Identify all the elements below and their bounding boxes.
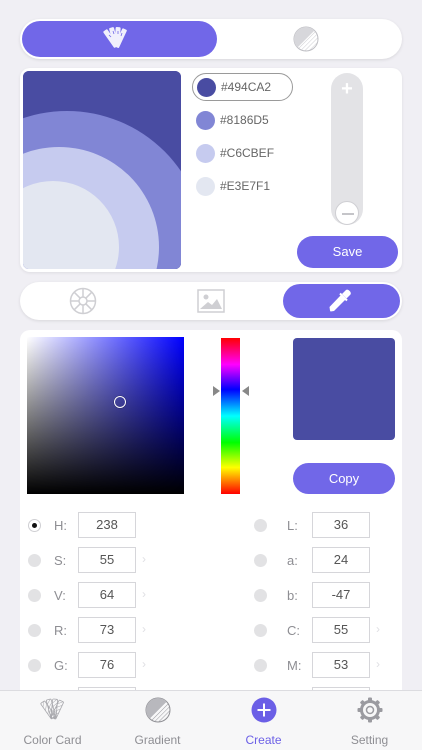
plus-icon[interactable]: +: [337, 79, 357, 99]
value-label: M:: [287, 658, 302, 673]
radio-r[interactable]: [28, 624, 41, 637]
swatch-hex: #E3E7F1: [220, 179, 271, 193]
swatch-hex: #8186D5: [220, 113, 269, 127]
value-row-l: L: 36: [246, 512, 402, 538]
gradient-circle-icon: [145, 697, 171, 723]
tab-setting[interactable]: Setting: [317, 691, 422, 750]
palette-preview: [23, 71, 181, 269]
sv-cursor[interactable]: [114, 396, 126, 408]
swatch-row-1[interactable]: #494CA2: [192, 73, 293, 101]
value-field-b[interactable]: -47: [312, 582, 370, 608]
plus-circle-icon: [251, 697, 277, 723]
hue-slider[interactable]: [221, 338, 240, 494]
tab-color-card[interactable]: Color Card: [0, 691, 105, 750]
swatch-dot: [196, 177, 215, 196]
chevron-right-icon: ›: [376, 622, 380, 636]
value-label: b:: [287, 588, 298, 603]
color-card-fan-icon: [102, 25, 130, 53]
tab-create[interactable]: Create: [211, 691, 316, 750]
value-label: G:: [54, 658, 68, 673]
radio-g[interactable]: [28, 659, 41, 672]
tab-label: Setting: [350, 733, 389, 747]
bottom-tab-bar: Color Card Gradient Create Setting: [0, 690, 422, 750]
tab-label: Gradient: [134, 733, 181, 747]
value-label: R:: [54, 623, 67, 638]
value-row-a: a: 24: [246, 547, 402, 573]
value-label: C:: [287, 623, 300, 638]
value-row-r: R: 73 ›: [20, 617, 180, 643]
value-row-v: V: 64 ›: [20, 582, 180, 608]
top-segmented-control: [20, 19, 402, 59]
radio-m[interactable]: [254, 659, 267, 672]
tab-label: Color Card: [23, 733, 82, 747]
value-row-m: M: 53 ›: [246, 652, 402, 678]
value-label: S:: [54, 553, 67, 568]
value-label: L:: [287, 518, 298, 533]
eyedropper-icon: [327, 288, 353, 314]
chevron-right-icon: ›: [142, 552, 146, 566]
gear-icon: [357, 697, 383, 723]
value-row-h: H: 238: [20, 512, 180, 538]
color-picker-card: Copy H: 238 S: 55 › V: 64 › R: 73 › G: 7…: [20, 330, 402, 713]
value-field-g[interactable]: 76: [78, 652, 136, 678]
swatch-hex: #C6CBEF: [220, 146, 275, 160]
swatch-hex: #494CA2: [221, 80, 272, 94]
value-row-s: S: 55 ›: [20, 547, 180, 573]
value-row-c: C: 55 ›: [246, 617, 402, 643]
image-icon: [197, 289, 225, 313]
radio-l[interactable]: [254, 519, 267, 532]
value-field-l[interactable]: 36: [312, 512, 370, 538]
current-color-swatch: [293, 338, 395, 440]
tab-label: Create: [245, 733, 282, 747]
radio-v[interactable]: [28, 589, 41, 602]
value-label: H:: [54, 518, 67, 533]
value-label: V:: [54, 588, 66, 603]
swatch-row-2[interactable]: #8186D5: [192, 107, 292, 135]
value-field-v[interactable]: 64: [78, 582, 136, 608]
tool-eyedropper[interactable]: [283, 284, 400, 318]
hue-arrow-left-icon[interactable]: [213, 386, 220, 396]
tool-color-wheel[interactable]: [20, 282, 147, 320]
copy-button[interactable]: Copy: [293, 463, 395, 494]
value-field-r[interactable]: 73: [78, 617, 136, 643]
value-field-s[interactable]: 55: [78, 547, 136, 573]
minus-icon[interactable]: [335, 201, 359, 225]
value-field-h[interactable]: 238: [78, 512, 136, 538]
palette-card: #494CA2 #8186D5 #C6CBEF #E3E7F1 + Save: [20, 68, 402, 272]
tool-segmented-control: [20, 282, 402, 320]
value-field-m[interactable]: 53: [312, 652, 370, 678]
chevron-right-icon: ›: [142, 657, 146, 671]
saturation-value-square[interactable]: [27, 337, 184, 494]
tool-image[interactable]: [147, 282, 274, 320]
value-field-c[interactable]: 55: [312, 617, 370, 643]
swatch-dot: [196, 144, 215, 163]
value-row-g: G: 76 ›: [20, 652, 180, 678]
color-wheel-icon: [69, 287, 97, 315]
chevron-right-icon: ›: [142, 587, 146, 601]
tab-gradient[interactable]: Gradient: [105, 691, 210, 750]
save-button[interactable]: Save: [297, 236, 398, 268]
value-label: a:: [287, 553, 298, 568]
swatch-dot: [196, 111, 215, 130]
swatch-row-3[interactable]: #C6CBEF: [192, 140, 292, 168]
radio-h[interactable]: [28, 519, 41, 532]
palette-count-slider[interactable]: +: [331, 73, 363, 225]
swatch-dot: [197, 78, 216, 97]
value-field-a[interactable]: 24: [312, 547, 370, 573]
hue-arrow-right-icon[interactable]: [242, 386, 249, 396]
value-row-b: b: -47: [246, 582, 402, 608]
radio-a[interactable]: [254, 554, 267, 567]
radio-c[interactable]: [254, 624, 267, 637]
radio-s[interactable]: [28, 554, 41, 567]
chevron-right-icon: ›: [142, 622, 146, 636]
chevron-right-icon: ›: [376, 657, 380, 671]
radio-b[interactable]: [254, 589, 267, 602]
gradient-circle-icon: [292, 25, 320, 53]
swatch-row-4[interactable]: #E3E7F1: [192, 173, 292, 201]
color-card-fan-icon: [40, 697, 66, 723]
